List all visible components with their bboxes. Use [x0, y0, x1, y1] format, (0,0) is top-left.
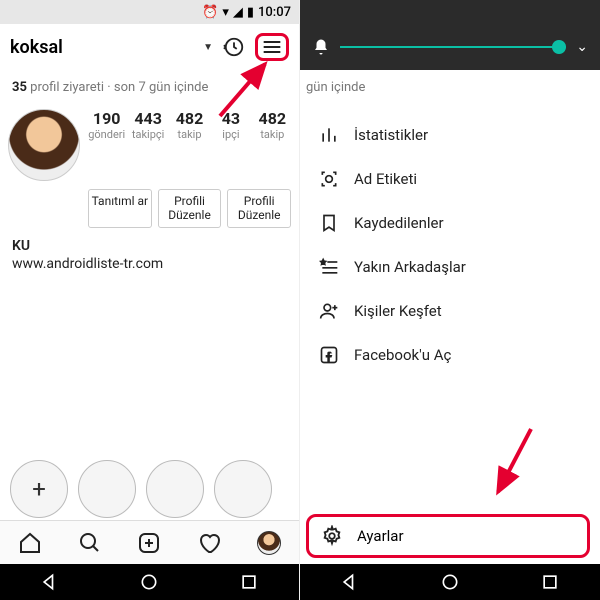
- promotions-button[interactable]: Tanıtıml ar: [88, 189, 152, 228]
- edit-profile-button[interactable]: Profili Düzenle: [158, 189, 222, 228]
- menu-saved[interactable]: Kaydedilenler: [300, 201, 600, 245]
- settings-label: Ayarlar: [357, 527, 404, 545]
- stat-following[interactable]: 482takip: [171, 109, 208, 141]
- profile-tab-icon[interactable]: [257, 531, 281, 555]
- status-bar: ⏰ ▾ ◢ ▮ 10:07: [0, 0, 299, 24]
- bell-icon[interactable]: [312, 38, 330, 56]
- battery-icon: ▮: [247, 5, 254, 20]
- person-add-icon: [318, 301, 340, 321]
- insights-icon: [318, 125, 340, 145]
- menu-open-facebook[interactable]: Facebook'u Aç: [300, 333, 600, 377]
- menu-nametag[interactable]: Ad Etiketi: [300, 157, 600, 201]
- home-icon[interactable]: [139, 572, 159, 592]
- menu-insights[interactable]: İstatistikler: [300, 113, 600, 157]
- volume-slider[interactable]: [340, 46, 566, 48]
- highlight-item[interactable]: [78, 460, 136, 518]
- android-navbar: [0, 564, 299, 600]
- stat-followers[interactable]: 443takipçi: [129, 109, 166, 141]
- menu-discover-people[interactable]: Kişiler Keşfet: [300, 289, 600, 333]
- status-bar-dark: [300, 0, 600, 24]
- menu-label: Facebook'u Aç: [354, 346, 451, 364]
- dropdown-icon[interactable]: ▼: [203, 42, 213, 53]
- highlight-item[interactable]: [214, 460, 272, 518]
- menu-label: Ad Etiketi: [354, 170, 417, 188]
- home-icon[interactable]: [18, 531, 42, 555]
- subline-fragment: gün içinde: [300, 70, 600, 103]
- back-icon[interactable]: [340, 572, 360, 592]
- profile-buttons: Tanıtıml ar Profili Düzenle Profili Düze…: [0, 185, 299, 234]
- gear-icon: [321, 525, 343, 547]
- menu-label: Kaydedilenler: [354, 214, 444, 232]
- signal-icon: ◢: [233, 5, 243, 20]
- menu-label: Yakın Arkadaşlar: [354, 258, 466, 276]
- alarm-icon: ⏰: [202, 5, 218, 20]
- highlight-item[interactable]: [146, 460, 204, 518]
- volume-slider-row: ⌄: [300, 24, 600, 70]
- menu-close-friends[interactable]: Yakın Arkadaşlar: [300, 245, 600, 289]
- facebook-icon: [318, 345, 340, 365]
- android-navbar: [300, 564, 600, 600]
- clock-text: 10:07: [258, 5, 291, 20]
- list-star-icon: [318, 257, 340, 277]
- bookmark-icon: [318, 213, 340, 233]
- edit-profile-button-2[interactable]: Profili Düzenle: [227, 189, 291, 228]
- search-icon[interactable]: [78, 531, 102, 555]
- username-label[interactable]: koksal: [10, 37, 199, 58]
- add-post-icon[interactable]: [137, 531, 161, 555]
- menu-label: Kişiler Keşfet: [354, 302, 442, 320]
- bio-section: KU www.androidliste-tr.com: [0, 234, 299, 276]
- phone-left: ⏰ ▾ ◢ ▮ 10:07 koksal ▼ 35 profil ziyaret…: [0, 0, 300, 600]
- menu-label: İstatistikler: [354, 126, 428, 144]
- bottom-tabbar: [0, 520, 299, 564]
- back-icon[interactable]: [40, 572, 60, 592]
- home-icon[interactable]: [440, 572, 460, 592]
- nametag-icon: [318, 169, 340, 189]
- recents-icon[interactable]: [239, 572, 259, 592]
- profile-avatar[interactable]: [8, 109, 80, 181]
- wifi-icon: ▾: [222, 5, 229, 20]
- stat-posts[interactable]: 190gönderi: [88, 109, 125, 141]
- phone-right: ⌄ gün içinde İstatistikler Ad Etiketi Ka…: [300, 0, 600, 600]
- heart-icon[interactable]: [197, 531, 221, 555]
- bio-link[interactable]: www.androidliste-tr.com: [12, 256, 287, 272]
- bio-name: KU: [12, 238, 287, 254]
- annotation-arrow-2: [486, 424, 546, 504]
- recents-icon[interactable]: [540, 572, 560, 592]
- slider-knob[interactable]: [552, 40, 566, 54]
- chevron-down-icon[interactable]: ⌄: [576, 39, 588, 55]
- add-highlight-button[interactable]: +: [10, 460, 68, 518]
- highlights-row: +: [0, 454, 299, 520]
- annotation-arrow-1: [210, 56, 280, 126]
- settings-button[interactable]: Ayarlar: [306, 514, 590, 558]
